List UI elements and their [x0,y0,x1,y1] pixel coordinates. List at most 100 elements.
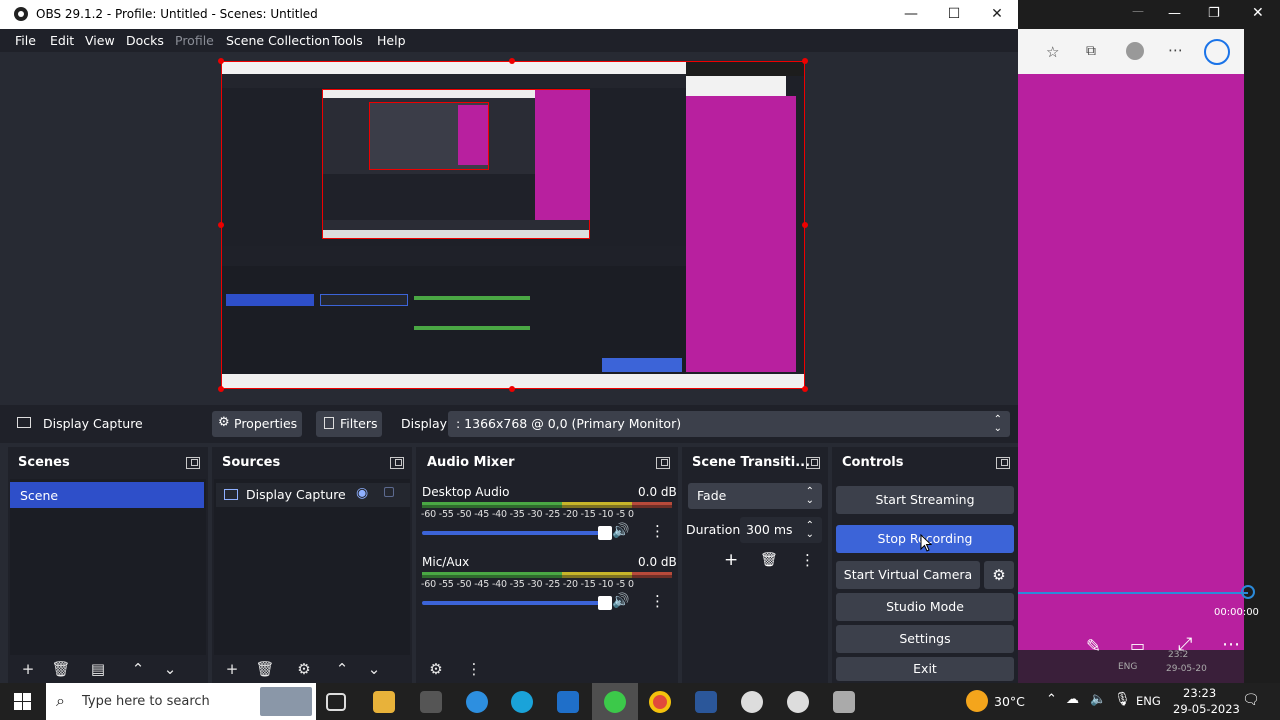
clock-date[interactable]: 29-05-2023 [1173,702,1240,716]
start-virtual-camera-button[interactable]: Start Virtual Camera [836,561,980,589]
more-options-icon[interactable]: ⋮ [464,659,484,679]
maximize-button[interactable]: ☐ [931,0,977,29]
favorites-star-icon[interactable]: ☆ [1046,43,1059,61]
tray-expand-icon[interactable]: ⌃ [1046,692,1057,707]
close-button[interactable]: ✕ [974,0,1020,29]
word-icon[interactable] [695,691,717,713]
trash-icon[interactable]: 🗑 [51,659,71,679]
resize-handle-br[interactable] [802,386,808,392]
menu-file[interactable]: File [15,33,36,48]
source-row[interactable]: Display Capture ◉ [216,483,410,507]
more-options-icon[interactable]: ⋯ [1168,41,1183,59]
scene-row[interactable]: Scene [10,482,204,508]
bing-copilot-icon[interactable] [1204,39,1230,65]
task-view-icon[interactable] [326,693,346,711]
green-app-icon[interactable] [604,691,626,713]
mail-icon[interactable] [420,691,442,713]
weather-temp[interactable]: 30°C [994,694,1025,709]
microphone-icon[interactable]: 🎙 [1114,692,1131,707]
add-icon[interactable]: + [222,659,242,679]
profile-avatar-icon[interactable] [1126,42,1144,60]
resize-handle-r[interactable] [802,222,808,228]
pen-icon[interactable]: ✎ [1086,636,1101,657]
undock-icon[interactable] [656,457,670,469]
resize-handle-tl[interactable] [218,58,224,64]
menu-edit[interactable]: Edit [50,33,74,48]
lock-icon[interactable] [384,487,394,497]
network-icon[interactable]: ☁ [1066,692,1079,707]
volume-icon[interactable]: 🔈 [1090,692,1106,707]
trash-icon[interactable]: 🗑 [760,552,778,568]
minimize-button[interactable]: — [888,0,934,29]
collections-icon[interactable]: ⧉ [1086,43,1096,59]
undock-icon[interactable] [996,457,1010,469]
obs-icon[interactable] [787,691,809,713]
more-options-icon[interactable]: ⋮ [650,522,665,540]
obs-icon[interactable] [741,691,763,713]
speaker-icon[interactable]: 🔊 [612,523,629,539]
settings-button[interactable]: Settings [836,625,1014,653]
menu-scene-collection[interactable]: Scene Collection [226,33,330,48]
add-icon[interactable]: + [18,659,38,679]
move-down-icon[interactable]: ⌄ [364,659,384,679]
resize-handle-tr[interactable] [802,58,808,64]
vscode-icon[interactable] [557,691,579,713]
undock-icon[interactable] [390,457,404,469]
add-icon[interactable]: + [724,550,738,570]
move-up-icon[interactable]: ⌃ [332,659,352,679]
trash-icon[interactable]: 🗑 [255,659,275,679]
preview-canvas[interactable] [221,61,805,389]
filters-button[interactable]: Filters [316,411,382,437]
duration-spinbox[interactable]: 300 ms ⌃ ⌄ [740,517,822,543]
filter-icon[interactable]: ▤ [88,659,108,679]
minimize-icon[interactable]: — [1168,6,1181,21]
menu-view[interactable]: View [85,33,115,48]
app-icon[interactable] [466,691,488,713]
transition-select[interactable]: Fade ⌃ ⌄ [688,483,822,509]
restore-icon[interactable]: ❐ [1208,6,1220,21]
weather-icon[interactable] [966,690,988,712]
menu-tools[interactable]: Tools [332,33,363,48]
minimize-icon[interactable]: — [1132,4,1144,18]
resize-handle-t[interactable] [509,58,515,64]
clock-time[interactable]: 23:23 [1183,686,1216,700]
gear-icon[interactable]: ⚙ [426,659,446,679]
start-streaming-button[interactable]: Start Streaming [836,486,1014,514]
gear-icon[interactable]: ⚙ [294,659,314,679]
menu-docks[interactable]: Docks [126,33,164,48]
eye-icon[interactable]: ◉ [356,485,368,501]
move-down-icon[interactable]: ⌄ [160,659,180,679]
undock-icon[interactable] [186,457,200,469]
resize-handle-bl[interactable] [218,386,224,392]
menu-help[interactable]: Help [377,33,406,48]
language-indicator[interactable]: ENG [1136,694,1161,708]
resize-handle-b[interactable] [509,386,515,392]
edge-icon[interactable] [511,691,533,713]
more-options-icon[interactable]: ⋮ [650,592,665,610]
video-progress-knob[interactable] [1241,585,1255,599]
close-icon[interactable]: ✕ [1252,5,1264,21]
windows-start-icon[interactable] [14,693,31,710]
properties-button[interactable]: ⚙ Properties [212,411,302,437]
virtual-camera-settings-button[interactable]: ⚙ [984,561,1014,589]
video-progress-bar[interactable] [1018,592,1248,594]
more-icon[interactable]: ⋯ [1222,634,1240,655]
studio-mode-button[interactable]: Studio Mode [836,593,1014,621]
screenshot-icon[interactable]: ▭ [1130,636,1145,655]
mic-aux-volume-slider[interactable] [422,596,612,610]
taskbar-search[interactable]: ⌕ Type here to search [46,683,316,720]
menu-profile[interactable]: Profile [175,33,214,48]
file-explorer-icon[interactable] [373,691,395,713]
expand-icon[interactable]: ⤢ [1178,634,1192,655]
display-select[interactable]: : 1366x768 @ 0,0 (Primary Monitor) ⌃ ⌄ [448,411,1010,437]
resize-handle-l[interactable] [218,222,224,228]
chrome-icon[interactable] [649,691,671,713]
move-up-icon[interactable]: ⌃ [128,659,148,679]
exit-button[interactable]: Exit [836,657,1014,681]
more-options-icon[interactable]: ⋮ [800,551,815,569]
desktop-audio-volume-slider[interactable] [422,526,612,540]
clapper-icon[interactable] [833,691,855,713]
speaker-icon[interactable]: 🔊 [612,593,629,609]
undock-icon[interactable] [806,457,820,469]
notification-icon[interactable]: 🗨 [1242,692,1260,708]
